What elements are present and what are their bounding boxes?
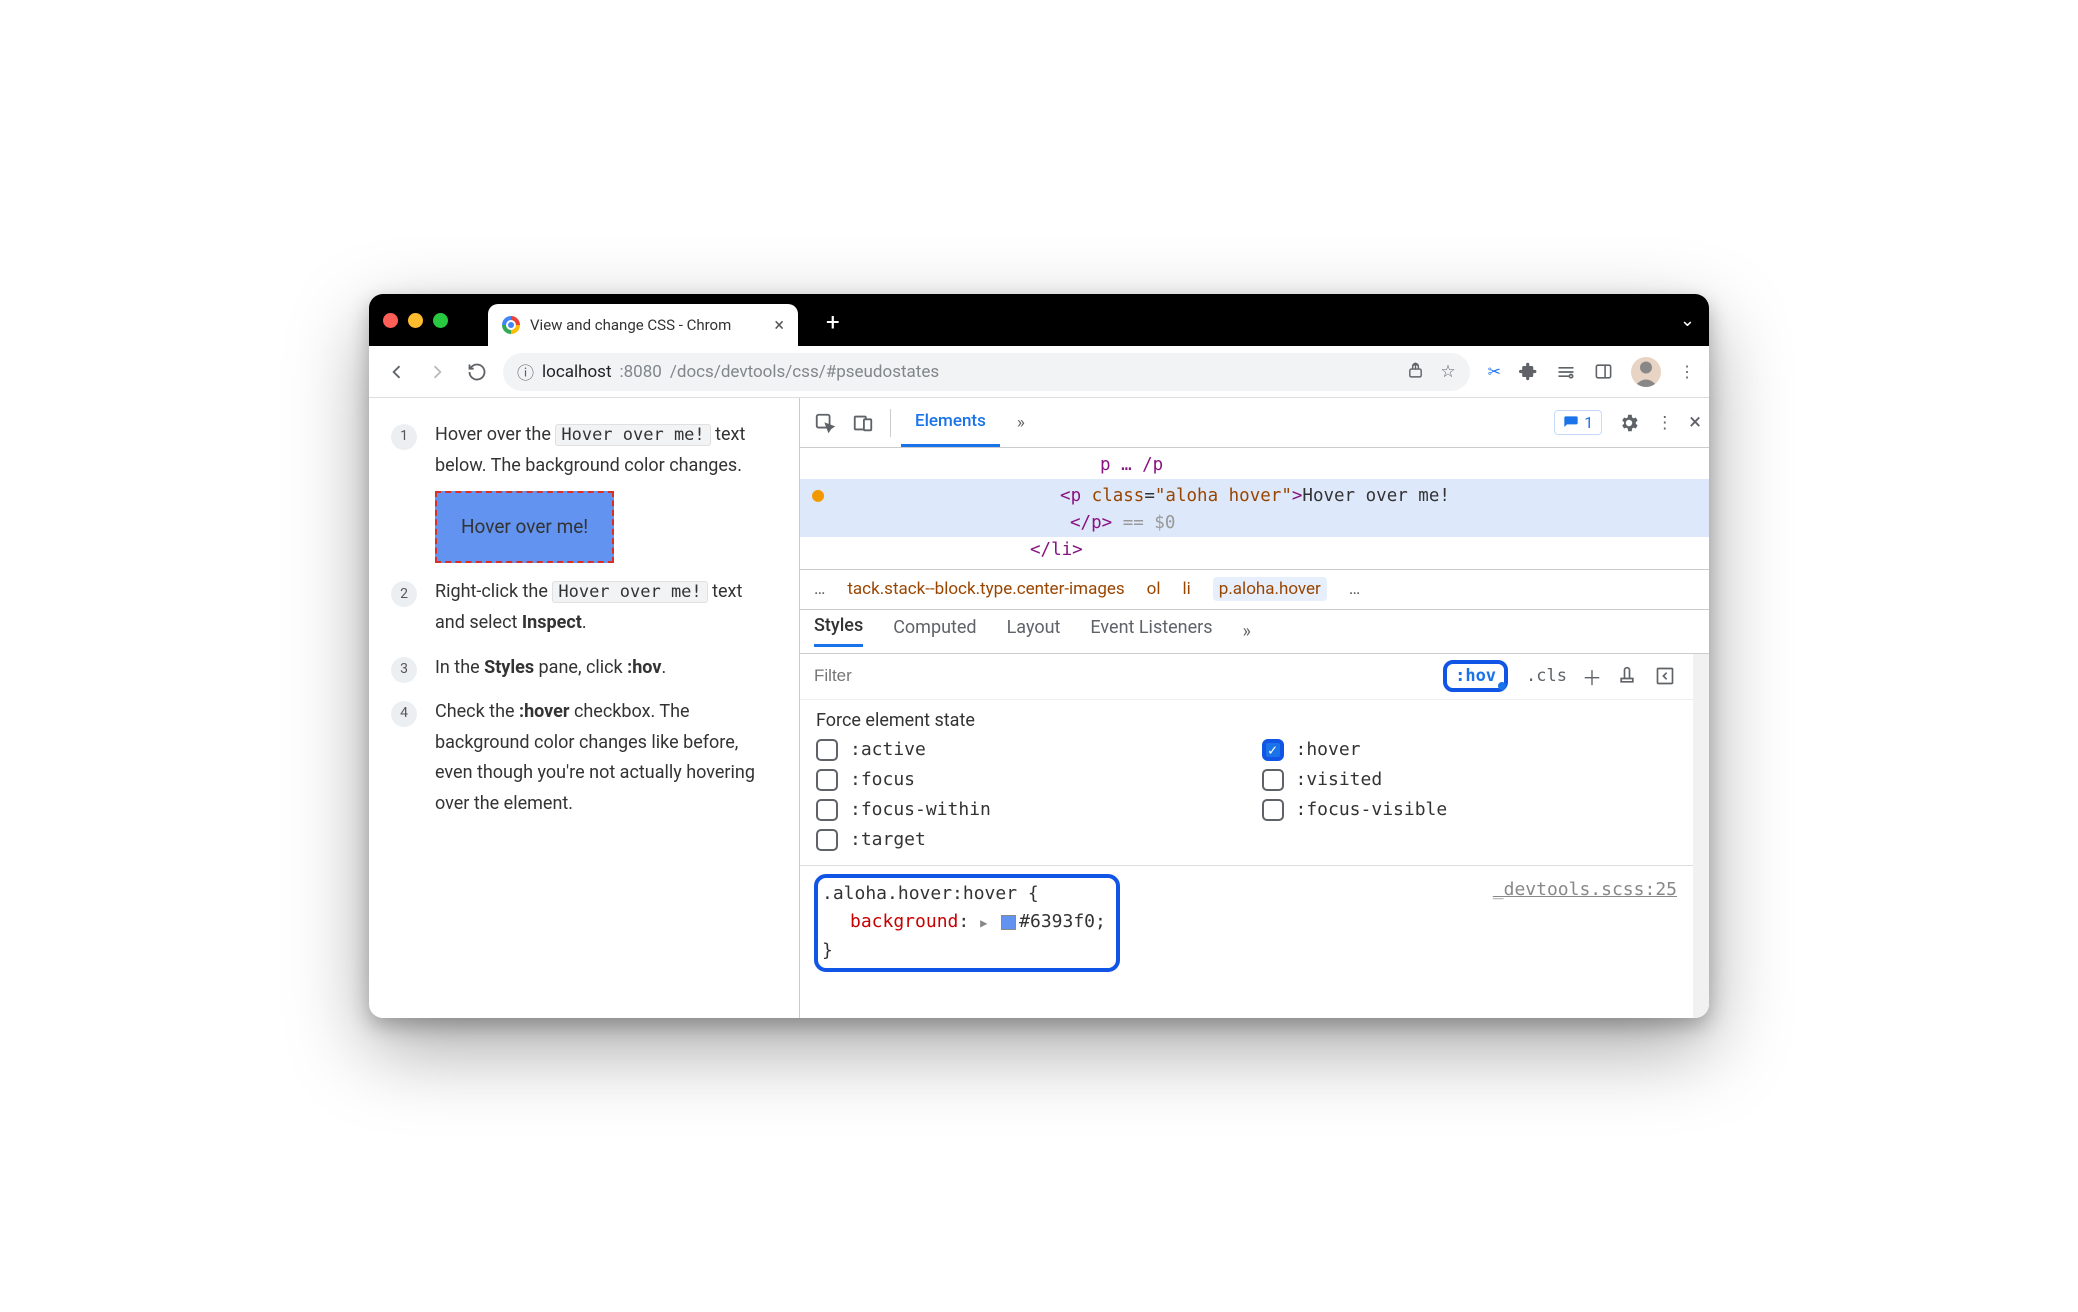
- scissors-icon[interactable]: ✂: [1488, 362, 1501, 381]
- styles-filter-input[interactable]: [812, 665, 1431, 687]
- url-port: :8080: [620, 362, 662, 382]
- extensions-icon[interactable]: [1519, 362, 1538, 381]
- forward-button[interactable]: [423, 358, 451, 386]
- window-titlebar: View and change CSS - Chrom × + ⌄: [369, 294, 1709, 346]
- force-state-title: Force element state: [816, 710, 1677, 731]
- browser-menu-icon[interactable]: ⋮: [1679, 362, 1695, 381]
- state-focus[interactable]: :focus: [816, 769, 1232, 791]
- chrome-favicon-icon: [502, 316, 520, 334]
- selected-dom-node[interactable]: ●<p class="aloha hover">Hover over me!: [800, 479, 1709, 510]
- tab-styles[interactable]: Styles: [814, 615, 863, 647]
- css-rule[interactable]: _devtools.scss:25 .aloha.hover:hover { b…: [800, 866, 1693, 980]
- settings-gear-icon[interactable]: [1618, 412, 1640, 434]
- checkbox-checked-icon[interactable]: [1262, 739, 1284, 761]
- code-snippet: Hover over me!: [555, 424, 710, 446]
- state-visited[interactable]: :visited: [1262, 769, 1678, 791]
- maximize-window-button[interactable]: [433, 313, 448, 328]
- close-devtools-icon[interactable]: ×: [1689, 410, 1701, 435]
- rule-selector[interactable]: .aloha.hover:hover {: [822, 883, 1039, 904]
- close-tab-icon[interactable]: ×: [774, 315, 784, 336]
- url-host: localhost: [542, 362, 612, 382]
- step-4: 4 Check the :hover checkbox. The backgro…: [391, 697, 771, 819]
- dom-tree[interactable]: p … /p ●<p class="aloha hover">Hover ove…: [800, 448, 1709, 570]
- tab-list-chevron-icon[interactable]: ⌄: [1680, 310, 1695, 331]
- rule-property[interactable]: background: [850, 911, 958, 932]
- step-number: 1: [391, 424, 417, 450]
- media-icon[interactable]: [1556, 362, 1576, 382]
- toggle-hov-button[interactable]: :hov: [1443, 660, 1508, 692]
- state-active[interactable]: :active: [816, 739, 1232, 761]
- state-focus-within[interactable]: :focus-within: [816, 799, 1232, 821]
- devtools-toolbar: Elements » 1 ⋮ ×: [800, 398, 1709, 448]
- back-button[interactable]: [383, 358, 411, 386]
- styles-subtabs: Styles Computed Layout Event Listeners »: [800, 610, 1709, 654]
- step-number: 2: [391, 581, 417, 607]
- tab-computed[interactable]: Computed: [893, 617, 976, 646]
- tab-layout[interactable]: Layout: [1007, 617, 1061, 646]
- window-controls: [383, 313, 448, 328]
- minimize-window-button[interactable]: [408, 313, 423, 328]
- devtools-menu-icon[interactable]: ⋮: [1656, 413, 1673, 433]
- more-tabs-icon[interactable]: »: [1004, 406, 1038, 440]
- crumb-item[interactable]: tack.stack--block.type.center-images: [847, 579, 1124, 599]
- paint-brush-icon[interactable]: [1617, 666, 1643, 686]
- step-2: 2 Right-click the Hover over me! text an…: [391, 577, 771, 638]
- crumb-item-selected[interactable]: p.aloha.hover: [1213, 577, 1327, 601]
- share-icon[interactable]: [1407, 362, 1424, 382]
- code-snippet: Hover over me!: [552, 581, 707, 603]
- dom-breadcrumb[interactable]: … tack.stack--block.type.center-images o…: [800, 570, 1709, 610]
- breakpoint-marker-icon: ●: [812, 482, 824, 506]
- toggle-cls-button[interactable]: .cls: [1526, 666, 1567, 686]
- step-number: 3: [391, 657, 417, 683]
- elements-tab[interactable]: Elements: [901, 398, 1000, 447]
- url-path: /docs/devtools/css/#pseudostates: [670, 362, 939, 382]
- state-target[interactable]: :target: [816, 829, 1232, 851]
- devtools-panel: Elements » 1 ⋮ × p … /p: [799, 398, 1709, 1018]
- step-3: 3 In the Styles pane, click :hov.: [391, 653, 771, 684]
- browser-window: View and change CSS - Chrom × + ⌄ ⓘ loca…: [369, 294, 1709, 1018]
- issues-badge[interactable]: 1: [1554, 410, 1602, 435]
- browser-tab[interactable]: View and change CSS - Chrom ×: [488, 304, 798, 346]
- bookmark-star-icon[interactable]: ☆: [1440, 362, 1455, 382]
- new-tab-button[interactable]: +: [826, 308, 840, 336]
- force-element-state-panel: Force element state :active :hover :focu…: [800, 700, 1693, 866]
- computed-panel-toggle-icon[interactable]: [1655, 666, 1681, 686]
- rule-source-link[interactable]: _devtools.scss:25: [1493, 876, 1677, 905]
- browser-toolbar: ⓘ localhost :8080/docs/devtools/css/#pseu…: [369, 346, 1709, 398]
- new-rule-plus-icon[interactable]: ＋: [1579, 662, 1605, 691]
- side-panel-icon[interactable]: [1594, 362, 1613, 381]
- crumb-item[interactable]: ol: [1147, 579, 1161, 599]
- profile-avatar[interactable]: [1631, 357, 1661, 387]
- more-subtabs-icon[interactable]: »: [1243, 621, 1251, 642]
- step-1: 1 Hover over the Hover over me! text bel…: [391, 420, 771, 563]
- styles-scrollbar[interactable]: [1693, 654, 1709, 1019]
- tab-event-listeners[interactable]: Event Listeners: [1090, 617, 1212, 646]
- crumb-item[interactable]: li: [1183, 579, 1191, 599]
- device-toggle-icon[interactable]: [846, 406, 880, 440]
- color-swatch-icon[interactable]: [1001, 915, 1016, 930]
- state-focus-visible[interactable]: :focus-visible: [1262, 799, 1678, 821]
- step-number: 4: [391, 701, 417, 727]
- close-window-button[interactable]: [383, 313, 398, 328]
- styles-filter-row: :hov .cls ＋: [800, 654, 1693, 700]
- address-bar[interactable]: ⓘ localhost :8080/docs/devtools/css/#pseu…: [503, 353, 1470, 391]
- inspect-element-icon[interactable]: [808, 406, 842, 440]
- rule-value[interactable]: #6393f0: [1019, 911, 1095, 932]
- site-info-icon[interactable]: ⓘ: [517, 359, 534, 384]
- reload-button[interactable]: [463, 358, 491, 386]
- state-hover[interactable]: :hover: [1262, 739, 1678, 761]
- expand-triangle-icon[interactable]: ▶: [980, 916, 987, 930]
- content-area: 1 Hover over the Hover over me! text bel…: [369, 398, 1709, 1018]
- tab-title: View and change CSS - Chrom: [530, 316, 764, 334]
- hover-demo-box[interactable]: Hover over me!: [435, 491, 614, 563]
- web-page: 1 Hover over the Hover over me! text bel…: [369, 398, 799, 1018]
